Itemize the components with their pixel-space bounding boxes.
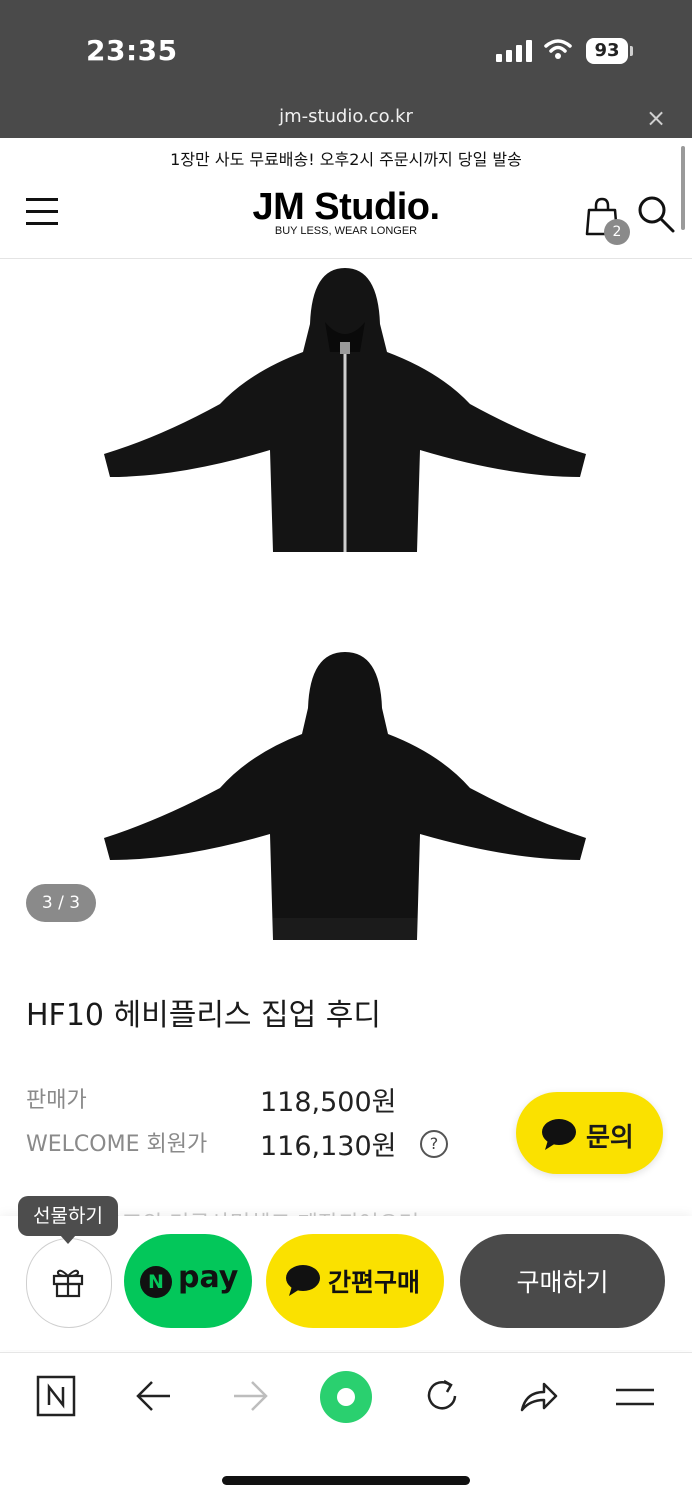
buy-button-label: 구매하기: [516, 1268, 609, 1297]
price-label: 판매가: [26, 1088, 87, 1113]
gift-icon: [52, 1269, 84, 1298]
gift-tooltip-arrow: [60, 1235, 76, 1244]
naver-pay-label: pay: [178, 1260, 239, 1295]
battery-indicator: 93: [586, 38, 628, 64]
search-icon[interactable]: [636, 194, 676, 234]
status-time: 23:35: [86, 34, 178, 67]
forward-arrow-icon[interactable]: [230, 1378, 270, 1414]
cellular-signal-icon: [496, 40, 532, 62]
green-dot-icon[interactable]: [318, 1369, 374, 1425]
inquiry-label[interactable]: 문의: [586, 1117, 634, 1154]
url-text[interactable]: jm-studio.co.kr: [0, 106, 692, 127]
member-price-label: WELCOME 회원가: [26, 1132, 208, 1157]
price-value: 118,500원: [260, 1087, 397, 1118]
refresh-icon[interactable]: [422, 1376, 462, 1416]
share-icon[interactable]: [518, 1378, 560, 1414]
promo-banner: 1장만 사도 무료배송! 오후2시 주문시까지 당일 발송: [170, 150, 522, 169]
member-price-value: 116,130원: [260, 1131, 397, 1162]
product-title: HF10 헤비플리스 집업 후디: [26, 998, 381, 1033]
naver-home-icon[interactable]: [36, 1375, 76, 1417]
back-arrow-icon[interactable]: [134, 1378, 174, 1414]
home-indicator[interactable]: [222, 1476, 470, 1485]
more-menu-icon[interactable]: [614, 1384, 656, 1410]
battery-tip: [630, 46, 633, 56]
product-image-back[interactable]: [90, 648, 600, 944]
image-counter-badge: 3 / 3: [26, 884, 96, 922]
cart-count-badge: 2: [604, 219, 630, 245]
kakao-quick-buy-label: 간편구매: [328, 1268, 421, 1297]
gift-tooltip: 선물하기: [18, 1196, 118, 1236]
header-divider: [0, 258, 692, 259]
wifi-icon: [544, 39, 572, 59]
help-icon[interactable]: ?: [420, 1130, 448, 1158]
close-icon[interactable]: ×: [646, 104, 666, 132]
naver-n-icon: N: [140, 1266, 172, 1298]
kakao-chat-icon: [286, 1265, 320, 1296]
product-image-front[interactable]: [90, 262, 600, 562]
chat-bubble-icon: [542, 1119, 576, 1150]
